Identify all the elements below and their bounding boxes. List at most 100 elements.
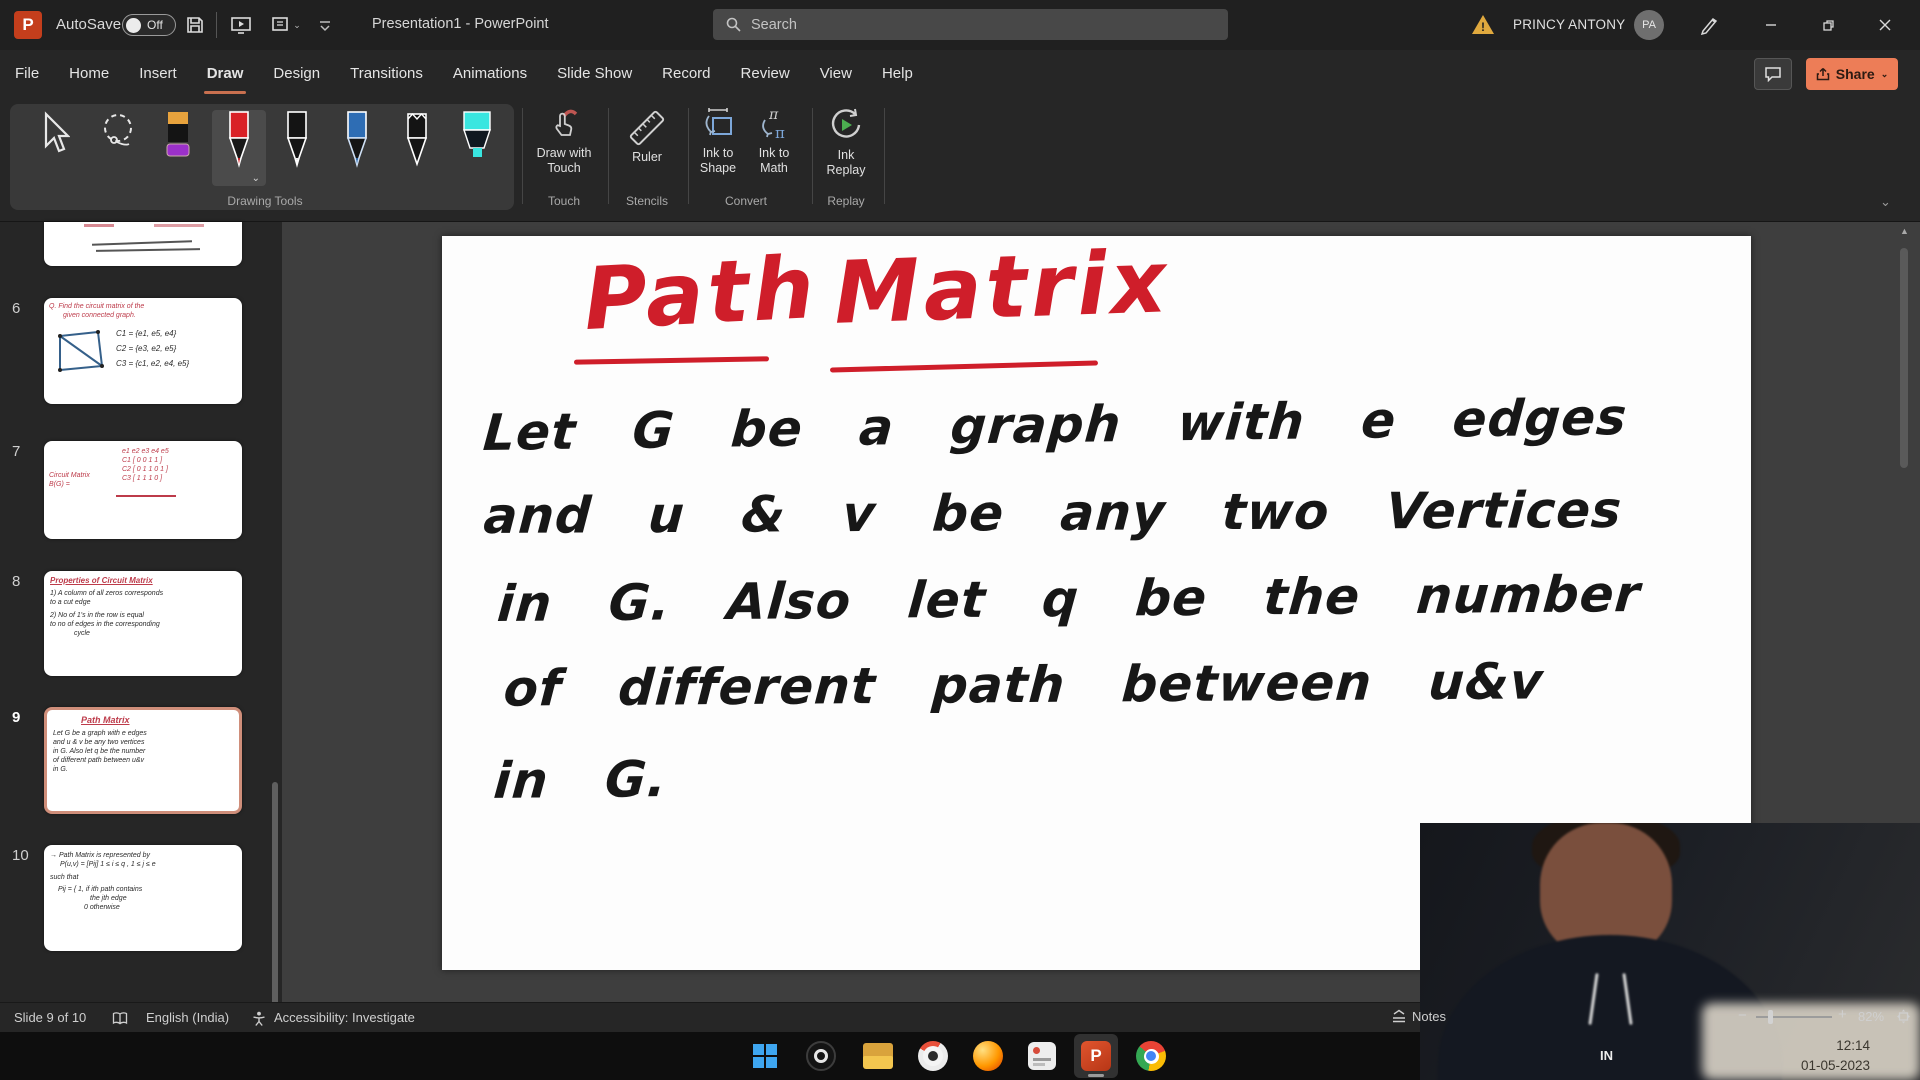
- pen-red-tool[interactable]: ⌄: [212, 110, 266, 186]
- draw-with-touch-icon: [546, 106, 582, 142]
- eraser-tool[interactable]: [151, 110, 205, 186]
- thumb-black-line: C3 = {c1, e2, e4, e5}: [116, 356, 189, 371]
- tab-review[interactable]: Review: [726, 50, 805, 98]
- close-button[interactable]: [1862, 0, 1908, 50]
- ribbon-separator: [884, 108, 885, 204]
- collapse-ribbon-chevron-icon[interactable]: ⌄: [1880, 194, 1891, 210]
- pencil-tool[interactable]: [390, 110, 444, 186]
- ink-pen-icon[interactable]: [1696, 13, 1722, 37]
- ribbon-tab-row: File Home Insert Draw Design Transitions…: [0, 50, 1920, 98]
- tab-home[interactable]: Home: [54, 50, 124, 98]
- accessibility-status[interactable]: Accessibility: Investigate: [274, 1010, 415, 1025]
- thumb-red-line: C3 [ 1 1 1 0 ]: [122, 474, 169, 483]
- lasso-select-tool[interactable]: [92, 110, 146, 186]
- spellcheck-book-icon[interactable]: [112, 1011, 128, 1026]
- thumb-red-line: C2 [ 0 1 1 0 1 ]: [122, 465, 169, 474]
- tab-view[interactable]: View: [805, 50, 867, 98]
- lasso-icon: [99, 110, 139, 158]
- notes-icon: [1390, 1009, 1408, 1025]
- taskbar-snip-app[interactable]: [1020, 1034, 1064, 1078]
- tab-design[interactable]: Design: [258, 50, 335, 98]
- tab-transitions[interactable]: Transitions: [335, 50, 438, 98]
- thumbnail-slide-10[interactable]: → Path Matrix is represented by P(u,v) =…: [44, 845, 242, 951]
- ink-to-math-button[interactable]: π π Ink to Math: [746, 106, 802, 176]
- select-tool[interactable]: [26, 110, 80, 186]
- search-input[interactable]: Search: [713, 9, 1228, 40]
- thumbnail-slide-8[interactable]: Properties of Circuit Matrix 1) A column…: [44, 571, 242, 676]
- thumbnail-slide-9-selected[interactable]: Path Matrix Let G be a graph with e edge…: [44, 707, 242, 814]
- thumbnail-number: 9: [12, 709, 20, 726]
- restore-button[interactable]: [1805, 0, 1851, 50]
- thumbnail-slide-7[interactable]: Circuit Matrix B(G) = e1 e2 e3 e4 e5 C1 …: [44, 441, 242, 539]
- thumb-black-line: cycle: [50, 629, 236, 638]
- ink-to-shape-button[interactable]: Ink to Shape: [690, 106, 746, 176]
- pen-black-tool[interactable]: [270, 110, 324, 186]
- thumb-black-line: the jth edge: [50, 894, 236, 903]
- taskbar-search-camera[interactable]: [799, 1034, 843, 1078]
- notes-button[interactable]: Notes: [1412, 1009, 1446, 1024]
- taskbar-clock[interactable]: 12:14 01-05-2023: [1740, 1036, 1870, 1076]
- thumb-black-line: 2) No of 1's in the row is equal: [50, 611, 236, 620]
- comments-button[interactable]: [1754, 58, 1792, 90]
- highlighter-tool[interactable]: [450, 110, 504, 186]
- zoom-in-button[interactable]: +: [1838, 1006, 1847, 1023]
- minimize-button[interactable]: [1748, 0, 1794, 50]
- tab-file[interactable]: File: [0, 50, 54, 98]
- scroll-up-icon[interactable]: ▲: [1900, 226, 1909, 236]
- thumbnail-number: 7: [12, 443, 20, 460]
- thumb-black-line: and u & v be any two vertices: [53, 738, 233, 747]
- fit-to-window-icon[interactable]: [1895, 1008, 1912, 1025]
- powerpoint-logo-icon: P: [14, 11, 42, 39]
- browser-icon: [918, 1041, 948, 1071]
- avatar[interactable]: PA: [1634, 10, 1664, 40]
- save-icon[interactable]: [182, 13, 208, 37]
- customize-qat-icon[interactable]: [312, 13, 338, 37]
- thumb-black-line: of different path between u&v: [53, 756, 233, 765]
- tab-animations[interactable]: Animations: [438, 50, 542, 98]
- zoom-level[interactable]: 82%: [1858, 1009, 1884, 1024]
- slide-title-word-matrix: Matrix: [832, 232, 1171, 344]
- slide-handwriting-line: in G.: [492, 750, 670, 810]
- thumbnail-number: 8: [12, 573, 20, 590]
- start-slideshow-icon[interactable]: [228, 13, 254, 37]
- pen-options-chevron-icon[interactable]: ⌄: [252, 173, 260, 184]
- scrollbar-thumb[interactable]: [1900, 248, 1908, 468]
- ruler-button[interactable]: Ruler: [608, 106, 686, 165]
- zoom-out-button[interactable]: −: [1738, 1007, 1747, 1024]
- thumb-red-line: given connected graph.: [49, 311, 237, 320]
- share-button[interactable]: Share ⌄: [1806, 58, 1898, 90]
- graph-sketch: [52, 324, 108, 380]
- eraser-icon: [163, 110, 193, 162]
- tab-slide-show[interactable]: Slide Show: [542, 50, 647, 98]
- ink-replay-button[interactable]: Ink Replay: [812, 106, 880, 178]
- ink-stroke: [96, 248, 200, 252]
- tab-help[interactable]: Help: [867, 50, 928, 98]
- taskbar-browser[interactable]: [911, 1034, 955, 1078]
- slide-handwriting-line: Let G be a graph with e edges: [481, 388, 1629, 462]
- thumb-red-line: e1 e2 e3 e4 e5: [122, 447, 169, 456]
- tab-draw[interactable]: Draw: [192, 50, 259, 98]
- taskbar-language-indicator[interactable]: IN: [1600, 1048, 1613, 1063]
- taskbar-firefox[interactable]: [966, 1034, 1010, 1078]
- taskbar-file-explorer[interactable]: [856, 1034, 900, 1078]
- thumb-black-line: C1 = {e1, e5, e4}: [116, 326, 189, 341]
- powerpoint-icon: P: [1081, 1041, 1111, 1071]
- thumbnail-partial[interactable]: [44, 222, 242, 266]
- share-label: Share: [1836, 66, 1875, 82]
- tab-insert[interactable]: Insert: [124, 50, 192, 98]
- taskbar-powerpoint-active[interactable]: P: [1074, 1034, 1118, 1078]
- autosave-toggle[interactable]: Off: [122, 14, 176, 36]
- new-slide-icon[interactable]: ⌄: [266, 13, 306, 37]
- thumbnail-slide-6[interactable]: Q. Find the circuit matrix of the given …: [44, 298, 242, 404]
- group-label-stencils: Stencils: [608, 194, 686, 208]
- draw-with-touch-button[interactable]: Draw with Touch: [522, 106, 606, 176]
- pen-blue-tool[interactable]: [330, 110, 384, 186]
- zoom-slider-handle[interactable]: [1768, 1010, 1773, 1024]
- taskbar-chrome[interactable]: [1129, 1034, 1173, 1078]
- thumb-red-line: B(G) =: [49, 480, 90, 489]
- tab-record[interactable]: Record: [647, 50, 725, 98]
- taskbar-start-button[interactable]: [743, 1034, 787, 1078]
- accessibility-icon[interactable]: [252, 1011, 266, 1026]
- thumb-title: Properties of Circuit Matrix: [50, 576, 236, 585]
- language-status[interactable]: English (India): [146, 1010, 229, 1025]
